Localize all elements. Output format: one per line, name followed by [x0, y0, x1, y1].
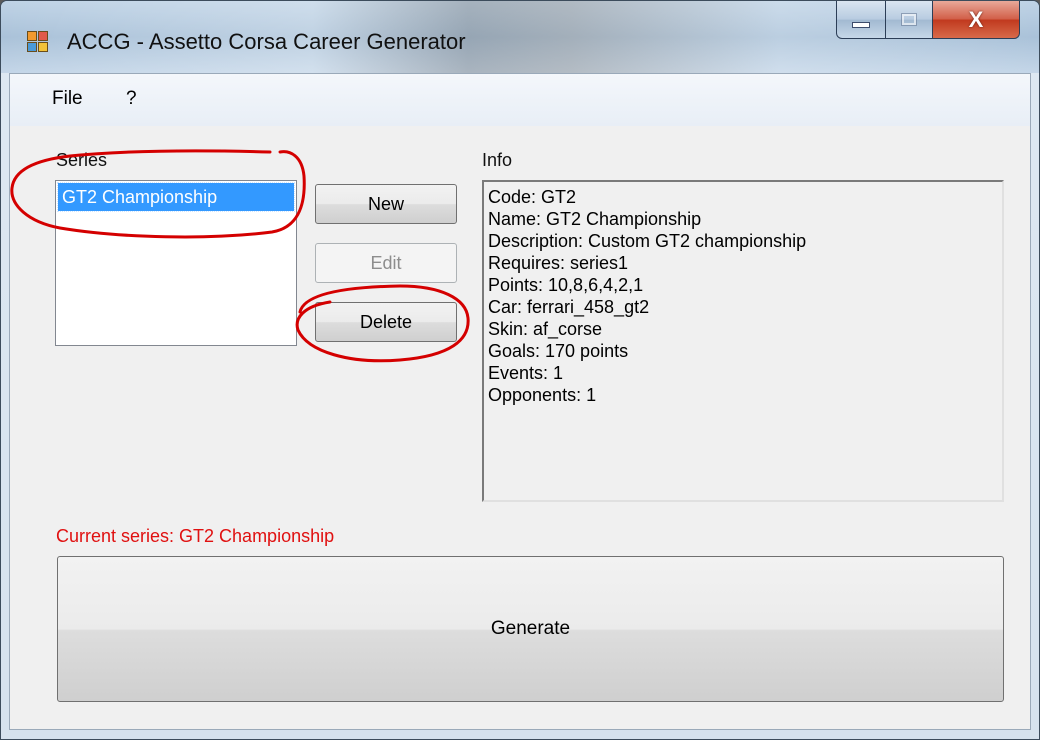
info-line: Events: 1 — [488, 363, 564, 383]
generate-button[interactable]: Generate — [57, 556, 1004, 702]
info-line: Requires: series1 — [488, 253, 629, 273]
menu-file[interactable]: File — [48, 88, 87, 110]
series-label: Series — [56, 150, 108, 170]
menu-help[interactable]: ? — [122, 88, 141, 110]
minimize-icon — [852, 21, 870, 28]
menu-bar: File ? — [10, 74, 1030, 126]
app-grid-icon[interactable] — [27, 31, 49, 53]
info-line: Description: Custom GT2 championship — [488, 231, 807, 251]
maximize-icon — [901, 13, 917, 26]
close-button[interactable]: X — [932, 1, 1020, 39]
info-line: Car: ferrari_458_gt2 — [488, 297, 650, 317]
series-listbox[interactable]: GT2 Championship — [55, 180, 297, 346]
info-line: Goals: 170 points — [488, 341, 629, 361]
info-line: Skin: af_corse — [488, 319, 603, 339]
list-item[interactable]: GT2 Championship — [57, 182, 295, 212]
info-line: Opponents: 1 — [488, 385, 597, 405]
info-textbox[interactable]: Code: GT2 Name: GT2 Championship Descrip… — [482, 180, 1004, 502]
info-line: Name: GT2 Championship — [488, 209, 702, 229]
window-title: ACCG - Assetto Corsa Career Generator — [67, 29, 466, 54]
info-line: Points: 10,8,6,4,2,1 — [488, 275, 644, 295]
edit-button[interactable]: Edit — [315, 243, 457, 283]
title-bar[interactable]: ACCG - Assetto Corsa Career Generator X — [1, 1, 1039, 73]
client-area: File ? Series GT2 Championship New Edit … — [9, 73, 1031, 730]
app-window: ACCG - Assetto Corsa Career Generator X … — [0, 0, 1040, 740]
info-line: Code: GT2 — [488, 187, 577, 207]
current-series-status: Current series: GT2 Championship — [56, 526, 335, 546]
new-button[interactable]: New — [315, 184, 457, 224]
delete-button[interactable]: Delete — [315, 302, 457, 342]
minimize-button[interactable] — [836, 1, 886, 39]
maximize-button[interactable] — [885, 1, 933, 39]
info-label: Info — [482, 150, 513, 170]
close-icon: X — [968, 6, 984, 32]
